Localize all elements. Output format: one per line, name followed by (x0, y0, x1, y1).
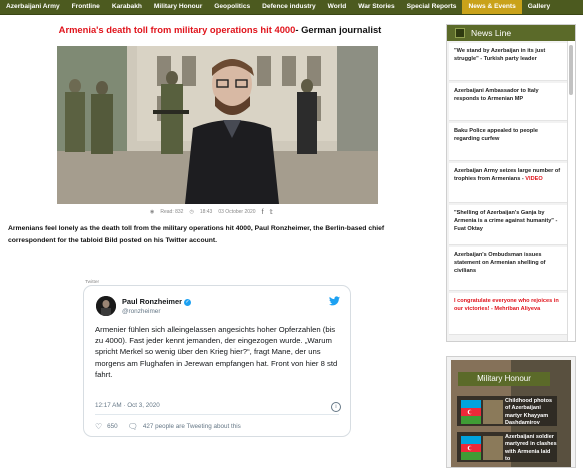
info-icon[interactable]: i (331, 402, 341, 412)
verified-badge-icon: ✓ (183, 298, 191, 306)
article-headline: Armenia's death toll from military opera… (30, 24, 410, 35)
nav-item-geopolitics[interactable]: Geopolitics (208, 0, 256, 14)
news-item-text: Azerbaijan's Ombudsman issues statement … (454, 252, 546, 275)
tweeting-link[interactable]: 🗨 427 people are Tweeting about this (128, 422, 241, 431)
article-lead: Armenians feel lonely as the death toll … (8, 225, 385, 244)
news-item-text: Azerbaijan Army seizes large number of t… (454, 168, 561, 183)
clock-icon: ◷ (189, 209, 194, 215)
nav-item-azerbaijani-army[interactable]: Azerbaijani Army (0, 0, 66, 14)
news-item-text: "We stand by Azerbaijan in its just stru… (454, 48, 546, 63)
news-item-text: "Shelling of Azerbaijan's Ganja by Armen… (454, 210, 558, 233)
military-honour-title[interactable]: Military Honour (458, 372, 550, 386)
scrollbar-thumb[interactable] (569, 45, 573, 95)
headline-main: Armenia's death toll from military opera… (58, 24, 296, 35)
tweet-author-handle[interactable]: @ronzheimer (122, 308, 160, 315)
eye-icon: ◉ (150, 209, 155, 215)
azerbaijan-flag-icon (461, 436, 481, 460)
speech-bubble-icon: 🗨 (127, 422, 138, 431)
nav-item-frontline[interactable]: Frontline (66, 0, 106, 14)
nav-item-war-stories[interactable]: War Stories (352, 0, 400, 14)
tweeting-count-text: 427 people are Tweeting about this (142, 423, 241, 430)
news-item[interactable]: Azerbaijan's Ombudsman issues statement … (449, 247, 567, 291)
nav-item-defence-industry[interactable]: Defence industry (256, 0, 322, 14)
tweet-author-name[interactable]: Paul Ronzheimer ✓ (122, 297, 191, 306)
news-line-title: News Line (471, 28, 512, 38)
publish-date: 03 October 2020 (218, 209, 256, 215)
tweet-text: Armenier fühlen sich alleingelassen ange… (95, 325, 338, 379)
square-bullet-icon (455, 28, 465, 38)
tweet-actions: ♡ 650 🗨 427 people are Tweeting about th… (95, 422, 241, 431)
nav-item-karabakh[interactable]: Karabakh (106, 0, 148, 14)
military-honour-panel: Military Honour Childhood photos of Azer… (446, 356, 576, 468)
tweet-timestamp[interactable]: 12:17 AM · Oct 3, 2020 (95, 402, 160, 409)
news-item[interactable]: Azerbaijani Ambassador to Italy responds… (449, 83, 567, 121)
news-list: "We stand by Azerbaijan in its just stru… (447, 41, 569, 335)
twitter-bird-icon[interactable] (329, 296, 340, 306)
embedded-tweet[interactable]: Paul Ronzheimer ✓ @ronzheimer Armenier fü… (83, 285, 351, 437)
news-line-header: News Line (447, 25, 575, 41)
article-photo (57, 46, 378, 204)
article-meta: ◉ Read: 832 ◷ 18:43 03 October 2020 f 𝕥 (150, 208, 273, 217)
nav-item-news-events[interactable]: News & Events (462, 0, 522, 14)
nav-item-special-reports[interactable]: Special Reports (401, 0, 463, 14)
news-item-tag: VIDEO (525, 176, 543, 183)
news-item-text: I congratulate everyone who rejoices in … (454, 298, 559, 313)
martyr-photo (483, 436, 503, 460)
news-line-panel: News Line "We stand by Azerbaijan in its… (446, 24, 576, 342)
divider (95, 414, 339, 415)
nav-item-military-honour[interactable]: Military Honour (148, 0, 208, 14)
news-item-text: Baku Police appealed to people regarding… (454, 128, 538, 143)
publish-time: 18:43 (199, 209, 213, 215)
nav-item-world[interactable]: World (322, 0, 353, 14)
honour-item-text: Childhood photos of Azerbaijani martyr K… (505, 398, 553, 426)
like-count: 650 (107, 423, 118, 430)
news-item[interactable]: Azerbaijan Army seizes large number of t… (449, 163, 567, 203)
martyr-photo (483, 400, 503, 424)
heart-icon: ♡ (95, 422, 103, 431)
headline-suffix: - German journalist (295, 24, 382, 35)
news-scrollbar[interactable] (567, 41, 575, 341)
news-item[interactable]: "We stand by Azerbaijan in its just stru… (449, 43, 567, 81)
facebook-icon[interactable]: f (262, 209, 264, 216)
honour-item-text: Azerbaijani soldier martyred in clashes … (505, 434, 557, 462)
news-item-text: Azerbaijani Ambassador to Italy responds… (454, 88, 539, 103)
nav-item-gallery[interactable]: Gallery (522, 0, 556, 14)
honour-item[interactable]: Azerbaijani soldier martyred in clashes … (457, 432, 557, 462)
news-item[interactable]: "Shelling of Azerbaijan's Ganja by Armen… (449, 205, 567, 245)
like-button[interactable]: ♡ 650 (95, 422, 118, 431)
twitter-icon[interactable]: 𝕥 (270, 208, 273, 216)
avatar[interactable] (96, 296, 116, 316)
news-item[interactable]: Baku Police appealed to people regarding… (449, 123, 567, 161)
read-count: Read: 832 (160, 209, 184, 215)
top-navigation: Azerbaijani Army Frontline Karabakh Militar… (0, 0, 583, 15)
honour-item[interactable]: Childhood photos of Azerbaijani martyr K… (457, 396, 557, 426)
azerbaijan-flag-icon (461, 400, 481, 424)
author-name-text: Paul Ronzheimer (122, 297, 182, 306)
news-item[interactable]: I congratulate everyone who rejoices in … (449, 293, 567, 335)
